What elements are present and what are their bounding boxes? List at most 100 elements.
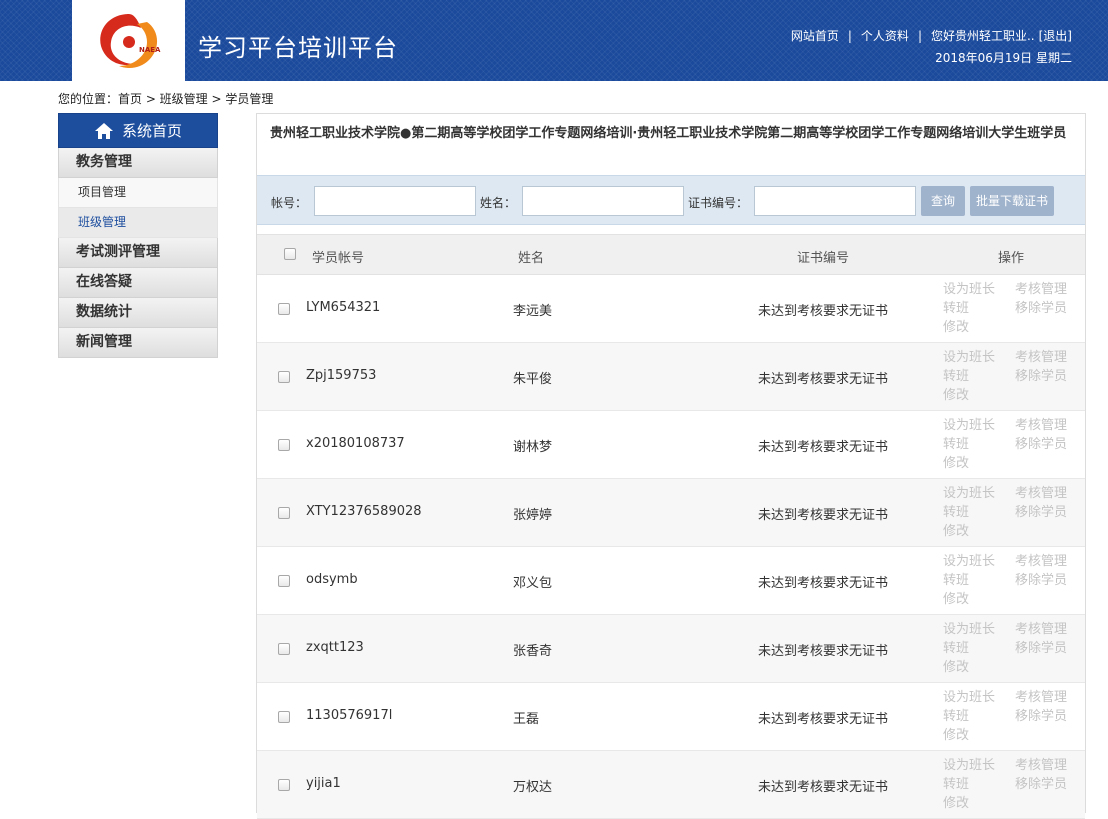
edit-link[interactable]: 修改: [943, 592, 969, 607]
site-title: 学习平台培训平台: [198, 34, 398, 62]
edit-link[interactable]: 修改: [943, 456, 969, 471]
cell-account: x20180108737: [306, 436, 405, 451]
student-table: 学员帐号 姓名 证书编号 操作 LYM654321 李远美 未达到考核要求无证书 设为…: [257, 234, 1085, 819]
select-all-checkbox[interactable]: [284, 248, 296, 260]
assessment-link[interactable]: 考核管理: [1015, 486, 1067, 501]
set-monitor-link[interactable]: 设为班长: [943, 418, 995, 433]
link-profile[interactable]: 个人资料: [861, 29, 909, 43]
sidebar-item-projects[interactable]: 项目管理: [58, 178, 218, 208]
set-monitor-link[interactable]: 设为班长: [943, 350, 995, 365]
sidebar-section-exams[interactable]: 考试测评管理: [58, 238, 218, 268]
account-input[interactable]: [314, 186, 476, 216]
transfer-link[interactable]: 转班: [943, 777, 969, 792]
remove-student-link[interactable]: 移除学员: [1015, 437, 1067, 452]
sidebar-section-news[interactable]: 新闻管理: [58, 328, 218, 358]
set-monitor-link[interactable]: 设为班长: [943, 758, 995, 773]
set-monitor-link[interactable]: 设为班长: [943, 282, 995, 297]
assessment-link[interactable]: 考核管理: [1015, 622, 1067, 637]
edit-link[interactable]: 修改: [943, 388, 969, 403]
set-monitor-link[interactable]: 设为班长: [943, 690, 995, 705]
cell-cert: 未达到考核要求无证书: [758, 440, 889, 455]
logout-link[interactable]: [退出]: [1039, 29, 1072, 43]
remove-student-link[interactable]: 移除学员: [1015, 301, 1067, 316]
row-checkbox[interactable]: [278, 371, 290, 383]
search-bar: 帐号： 姓名： 证书编号： 查询 批量下载证书: [257, 175, 1085, 225]
cell-cert: 未达到考核要求无证书: [758, 508, 889, 523]
home-icon: [94, 122, 113, 139]
cell-name: 邓义包: [513, 576, 553, 591]
transfer-link[interactable]: 转班: [943, 641, 969, 656]
breadcrumb: 您的位置：首页 > 班级管理 > 学员管理: [58, 92, 274, 106]
cell-account: zxqtt123: [306, 640, 364, 655]
cell-name: 王磊: [513, 712, 540, 727]
remove-student-link[interactable]: 移除学员: [1015, 573, 1067, 588]
set-monitor-link[interactable]: 设为班长: [943, 486, 995, 501]
remove-student-link[interactable]: 移除学员: [1015, 709, 1067, 724]
assessment-link[interactable]: 考核管理: [1015, 690, 1067, 705]
link-site-home[interactable]: 网站首页: [791, 29, 839, 43]
transfer-link[interactable]: 转班: [943, 437, 969, 452]
sidebar-section-qa[interactable]: 在线答疑: [58, 268, 218, 298]
row-checkbox[interactable]: [278, 303, 290, 315]
assessment-link[interactable]: 考核管理: [1015, 350, 1067, 365]
table-row: zxqtt123 张香奇 未达到考核要求无证书 设为班长 考核管理 转班 移除学员 修改: [257, 615, 1085, 683]
remove-student-link[interactable]: 移除学员: [1015, 505, 1067, 520]
edit-link[interactable]: 修改: [943, 524, 969, 539]
cell-name: 谢林梦: [513, 440, 553, 455]
row-checkbox[interactable]: [278, 507, 290, 519]
remove-student-link[interactable]: 移除学员: [1015, 641, 1067, 656]
assessment-link[interactable]: 考核管理: [1015, 758, 1067, 773]
row-actions: 设为班长 考核管理转班 移除学员修改: [943, 688, 1067, 745]
row-actions: 设为班长 考核管理转班 移除学员修改: [943, 416, 1067, 473]
query-button[interactable]: 查询: [921, 186, 965, 216]
cert-input[interactable]: [754, 186, 916, 216]
sidebar-section-stats[interactable]: 数据统计: [58, 298, 218, 328]
row-checkbox[interactable]: [278, 575, 290, 587]
transfer-link[interactable]: 转班: [943, 369, 969, 384]
table-row: Zpj159753 朱平俊 未达到考核要求无证书 设为班长 考核管理 转班 移除学员 修改: [257, 343, 1085, 411]
cell-name: 张婷婷: [513, 508, 553, 523]
row-actions: 设为班长 考核管理转班 移除学员修改: [943, 280, 1067, 337]
assessment-link[interactable]: 考核管理: [1015, 554, 1067, 569]
row-checkbox[interactable]: [278, 711, 290, 723]
table-row: x20180108737 谢林梦 未达到考核要求无证书 设为班长 考核管理转班 移除学员修…: [257, 411, 1085, 479]
remove-student-link[interactable]: 移除学员: [1015, 369, 1067, 384]
sidebar-section-academic[interactable]: 教务管理: [58, 148, 218, 178]
assessment-link[interactable]: 考核管理: [1015, 418, 1067, 433]
top-links: 网站首页 | 个人资料 | 您好贵州轻工职业.. [退出]: [791, 27, 1072, 44]
remove-student-link[interactable]: 移除学员: [1015, 777, 1067, 792]
sidebar-item-classes[interactable]: 班级管理: [58, 208, 218, 238]
name-input[interactable]: [522, 186, 684, 216]
assessment-link[interactable]: 考核管理: [1015, 282, 1067, 297]
cell-cert: 未达到考核要求无证书: [758, 644, 889, 659]
transfer-link[interactable]: 转班: [943, 573, 969, 588]
batch-download-button[interactable]: 批量下载证书: [970, 186, 1054, 216]
row-actions: 设为班长 考核管理转班 移除学员修改: [943, 756, 1067, 813]
top-header: NAEA 学习平台培训平台 网站首页 | 个人资料 | 您好贵州轻工职业.. [退出] 2…: [0, 0, 1108, 81]
transfer-link[interactable]: 转班: [943, 709, 969, 724]
transfer-link[interactable]: 转班: [943, 505, 969, 520]
logo-emblem-icon: NAEA: [99, 13, 161, 68]
row-checkbox[interactable]: [278, 643, 290, 655]
set-monitor-link[interactable]: 设为班长: [943, 622, 995, 637]
table-row: odsymb 邓义包 未达到考核要求无证书 设为班长 考核管理 转班 移除学员 修改: [257, 547, 1085, 615]
table-body: LYM654321 李远美 未达到考核要求无证书 设为班长 考核管理 转班 移除学员 修改 Zp…: [257, 275, 1085, 819]
edit-link[interactable]: 修改: [943, 320, 969, 335]
row-checkbox[interactable]: [278, 439, 290, 451]
cell-account: 1130576917l: [306, 708, 393, 723]
row-actions: 设为班长 考核管理转班 移除学员修改: [943, 552, 1067, 609]
edit-link[interactable]: 修改: [943, 660, 969, 675]
transfer-link[interactable]: 转班: [943, 301, 969, 316]
logo[interactable]: NAEA: [72, 0, 185, 81]
edit-link[interactable]: 修改: [943, 796, 969, 811]
sidebar-home-button[interactable]: 系统首页: [58, 113, 218, 148]
cell-name: 李远美: [513, 304, 553, 319]
cell-account: odsymb: [306, 572, 358, 587]
edit-link[interactable]: 修改: [943, 728, 969, 743]
table-row: LYM654321 李远美 未达到考核要求无证书 设为班长 考核管理 转班 移除学员 修改: [257, 275, 1085, 343]
name-label: 姓名：: [480, 196, 517, 210]
user-greeting: 您好贵州轻工职业..: [930, 29, 1035, 43]
current-date: 2018年06月19日 星期二: [935, 51, 1072, 65]
row-checkbox[interactable]: [278, 779, 290, 791]
set-monitor-link[interactable]: 设为班长: [943, 554, 995, 569]
